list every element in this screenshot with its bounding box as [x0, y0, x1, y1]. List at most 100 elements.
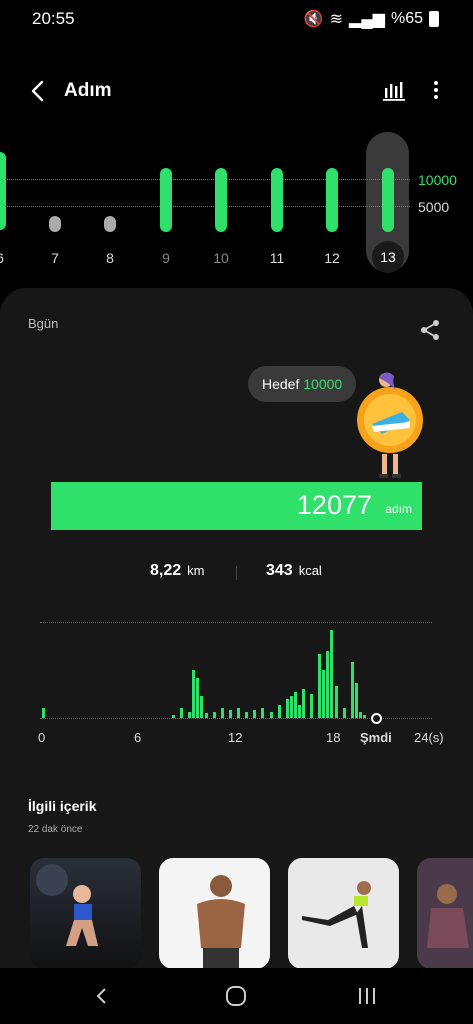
steps-count: 12077: [296, 490, 372, 520]
mute-icon: 🔇: [303, 11, 324, 28]
steps-unit: adım: [385, 502, 412, 516]
hourly-bar: [188, 711, 192, 718]
hourly-bar: [318, 654, 322, 718]
hourly-bar: [220, 708, 224, 718]
hourly-bar: [362, 714, 366, 718]
distance-value: 8,22: [150, 562, 182, 579]
stat-divider: [236, 566, 237, 580]
day-label: 12: [324, 250, 340, 266]
x-tick-label: 18: [326, 730, 341, 745]
day-label: 7: [51, 250, 59, 266]
goal-bubble: Hedef 10000: [248, 366, 357, 402]
day-label: 8: [106, 250, 114, 266]
system-nav-bar: [0, 968, 473, 1024]
related-thumbnail[interactable]: [417, 858, 473, 969]
x-tick-label-now: Şmdi: [360, 730, 392, 745]
related-thumbnail[interactable]: [30, 858, 141, 969]
day-bar-10[interactable]: [215, 168, 227, 232]
trends-icon[interactable]: [382, 78, 406, 102]
hourly-bar: [42, 708, 45, 718]
related-content-title: İlgili içerik: [28, 798, 97, 814]
hourly-bar: [330, 630, 334, 718]
hourly-bar: [326, 650, 330, 718]
more-options-icon[interactable]: [424, 78, 448, 102]
hourly-bar: [334, 686, 338, 718]
x-tick-label: 24(s): [414, 730, 444, 745]
status-icons: 🔇 ≋ ▂▄▆ %65: [304, 9, 439, 29]
hourly-bar: [269, 711, 273, 718]
day-bar-11[interactable]: [271, 168, 283, 232]
hourly-bar: [342, 708, 346, 718]
related-thumbnail[interactable]: [288, 858, 399, 969]
hourly-bar: [261, 708, 265, 718]
hourly-bar: [358, 711, 362, 718]
distance-unit: km: [187, 563, 205, 578]
day-bar-8[interactable]: [104, 216, 116, 232]
page-title: Adım: [64, 80, 112, 101]
goal-line-5000: [0, 206, 410, 207]
hourly-bar: [196, 678, 200, 718]
hourly-bar: [285, 698, 289, 718]
day-bar-12[interactable]: [326, 168, 338, 232]
goal-line-10000: [0, 179, 410, 180]
goal-high-label: 10000: [418, 172, 457, 188]
clock: 20:55: [32, 9, 75, 28]
x-tick-label: 6: [134, 730, 142, 745]
hourly-bar: [180, 708, 184, 718]
x-tick-label: 0: [38, 730, 46, 745]
battery-icon: [429, 11, 439, 27]
now-marker: [371, 713, 382, 724]
workout-photo-squat: [36, 864, 98, 946]
hourly-steps-chart[interactable]: 0 6 12 18 Şmdi 24(s): [0, 610, 473, 760]
hourly-bar: [293, 692, 297, 718]
hourly-bar: [200, 695, 204, 718]
hourly-bar: [253, 710, 257, 718]
related-content-time: 22 dak önce: [28, 824, 83, 835]
day-bar-7[interactable]: [49, 216, 61, 232]
x-tick-label: 12: [228, 730, 243, 745]
hourly-bar: [322, 670, 326, 718]
workout-photo-plank: [427, 884, 469, 948]
today-label: Bgün: [28, 316, 59, 331]
hourly-bar: [245, 711, 249, 718]
day-bar-13[interactable]: [382, 168, 394, 232]
hourly-bar: [192, 670, 196, 718]
day-label: 11: [269, 250, 285, 266]
back-icon[interactable]: [26, 78, 52, 104]
day-bar-6[interactable]: [0, 152, 6, 230]
goal-value: 10000: [303, 376, 343, 392]
hourly-bar: [237, 708, 240, 718]
nav-home-icon[interactable]: [224, 984, 248, 1008]
hourly-bar: [277, 705, 281, 718]
day-bar-9[interactable]: [160, 168, 172, 232]
sneaker-mascot-illustration: [357, 372, 423, 478]
calories-stat: 343 kcal: [266, 562, 322, 580]
status-bar: 20:55 🔇 ≋ ▂▄▆ %65: [0, 0, 473, 36]
selected-day-label: 13: [372, 241, 404, 273]
day-label: 10: [213, 250, 229, 266]
steps-progress-bar: 12077 adım: [51, 482, 422, 530]
day-label: 9: [162, 250, 170, 266]
wifi-icon: ≋: [329, 11, 344, 28]
calories-unit: kcal: [298, 563, 322, 578]
distance-stat: 8,22 km: [150, 562, 204, 580]
chart-top-gridline: [40, 622, 432, 623]
nav-back-icon[interactable]: [92, 986, 112, 1006]
workout-photo-muscle: [197, 875, 245, 969]
hourly-bar: [354, 682, 358, 718]
workout-photo-kick: [302, 881, 371, 948]
hourly-bar: [302, 689, 305, 718]
calories-value: 343: [266, 562, 293, 579]
battery-level: %65: [390, 10, 423, 27]
hourly-bar: [297, 705, 301, 718]
related-thumbnail[interactable]: [159, 858, 270, 969]
signal-icon: ▂▄▆: [349, 11, 385, 28]
hourly-bar: [204, 713, 208, 718]
weekly-steps-strip[interactable]: 10000 5000 6 7 8 9 10 11 12 13: [0, 128, 473, 278]
hourly-bar: [228, 710, 232, 718]
share-icon[interactable]: [418, 318, 442, 342]
hourly-bar: [172, 714, 175, 718]
nav-recents-icon[interactable]: [356, 986, 378, 1006]
hourly-bar: [310, 694, 314, 718]
goal-prefix: Hedef: [262, 376, 300, 392]
